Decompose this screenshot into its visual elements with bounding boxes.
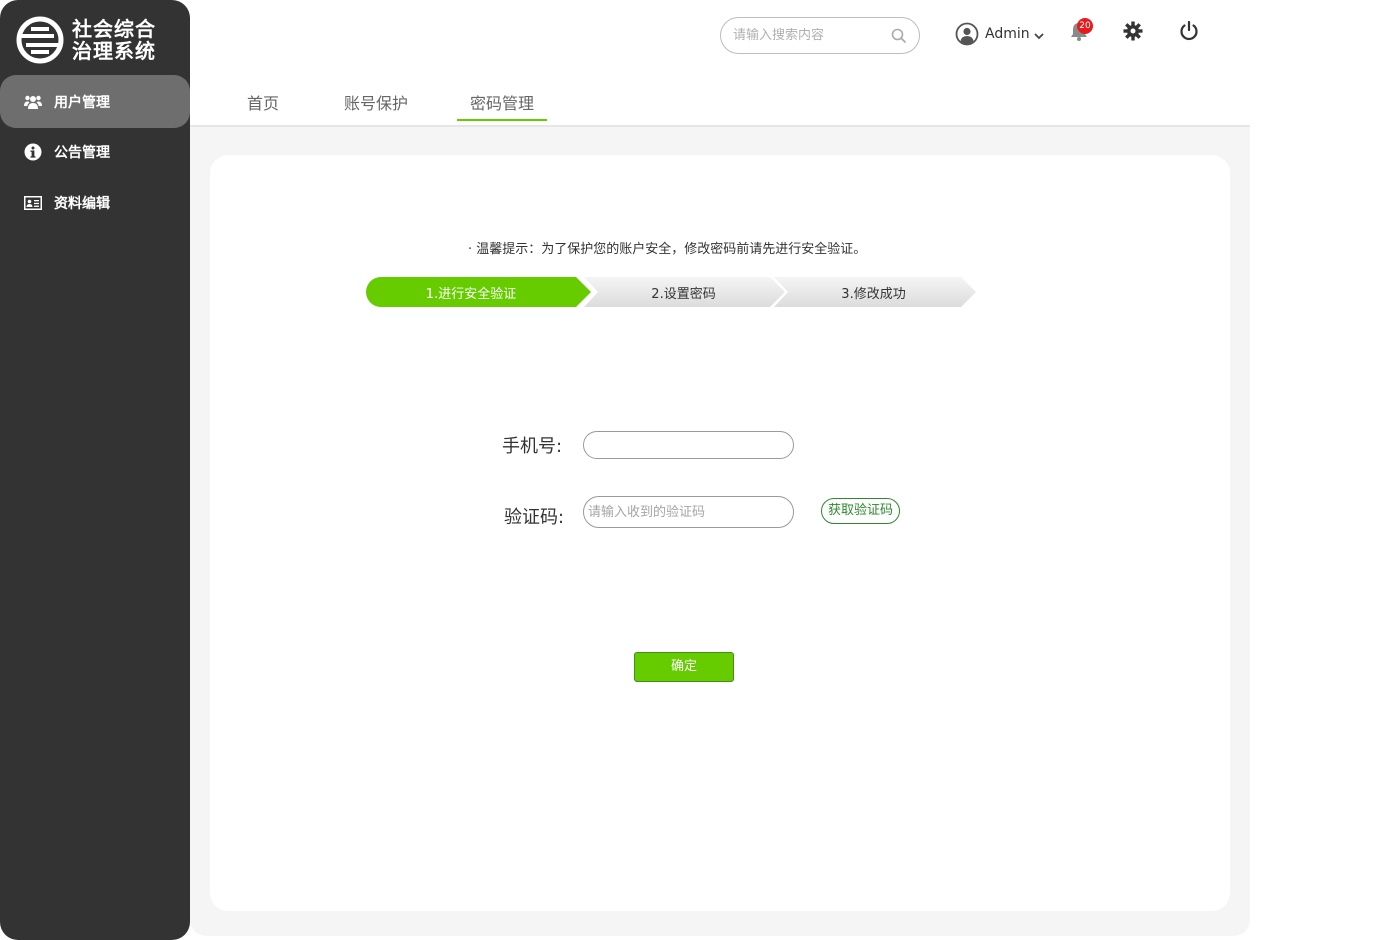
sidebar-item-user-management[interactable]: 用户管理: [0, 75, 190, 128]
code-label: 验证码:: [504, 507, 565, 528]
app-logo: 社会综合 治理系统: [14, 12, 184, 68]
user-avatar-icon: [955, 22, 979, 46]
sidebar-item-label: 资料编辑: [54, 196, 110, 212]
gear-icon[interactable]: [1123, 21, 1143, 41]
tab-password-management[interactable]: 密码管理: [457, 90, 547, 121]
info-icon: [24, 143, 42, 161]
phone-label: 手机号:: [502, 436, 563, 457]
verification-code-input[interactable]: [583, 496, 794, 528]
user-name: Admin: [985, 26, 1030, 42]
sidebar: 社会综合 治理系统 用户管理 公告管理 资料编辑: [0, 0, 190, 940]
user-menu[interactable]: Admin: [955, 22, 1045, 46]
users-icon: [24, 93, 42, 111]
notification-count-badge: 20: [1077, 18, 1093, 34]
logo-mark-icon: [16, 16, 64, 64]
id-card-icon: [24, 194, 42, 212]
sidebar-item-profile-edit[interactable]: 资料编辑: [0, 177, 190, 229]
search-input[interactable]: [733, 28, 883, 43]
step-2-label: 2.设置密码: [651, 287, 716, 302]
step-1-label: 1.进行安全验证: [425, 287, 517, 302]
app-title-line2: 治理系统: [72, 39, 156, 63]
phone-input[interactable]: [583, 431, 794, 459]
power-icon[interactable]: [1178, 20, 1200, 42]
tab-bar: 首页 账号保护 密码管理: [190, 78, 1250, 127]
search-box: [720, 17, 920, 54]
sidebar-item-label: 公告管理: [54, 145, 110, 161]
app-title-line1: 社会综合: [72, 17, 156, 41]
tab-home[interactable]: 首页: [246, 90, 280, 120]
chevron-down-icon: [1033, 32, 1044, 39]
app-title: 社会综合 治理系统: [72, 18, 156, 62]
get-code-button[interactable]: 获取验证码: [821, 498, 900, 524]
tab-account-protection[interactable]: 账号保护: [343, 90, 409, 120]
security-tip: · 温馨提示：为了保护您的账户安全，修改密码前请先进行安全验证。: [468, 242, 867, 257]
content-card: [210, 155, 1230, 911]
sidebar-item-announcements[interactable]: 公告管理: [0, 126, 190, 178]
sidebar-item-label: 用户管理: [54, 94, 110, 111]
search-icon[interactable]: [891, 28, 907, 44]
step-3-label: 3.修改成功: [841, 287, 906, 302]
step-indicator: 1.进行安全验证 2.设置密码 3.修改成功: [366, 277, 976, 307]
confirm-button[interactable]: 确定: [634, 652, 734, 682]
